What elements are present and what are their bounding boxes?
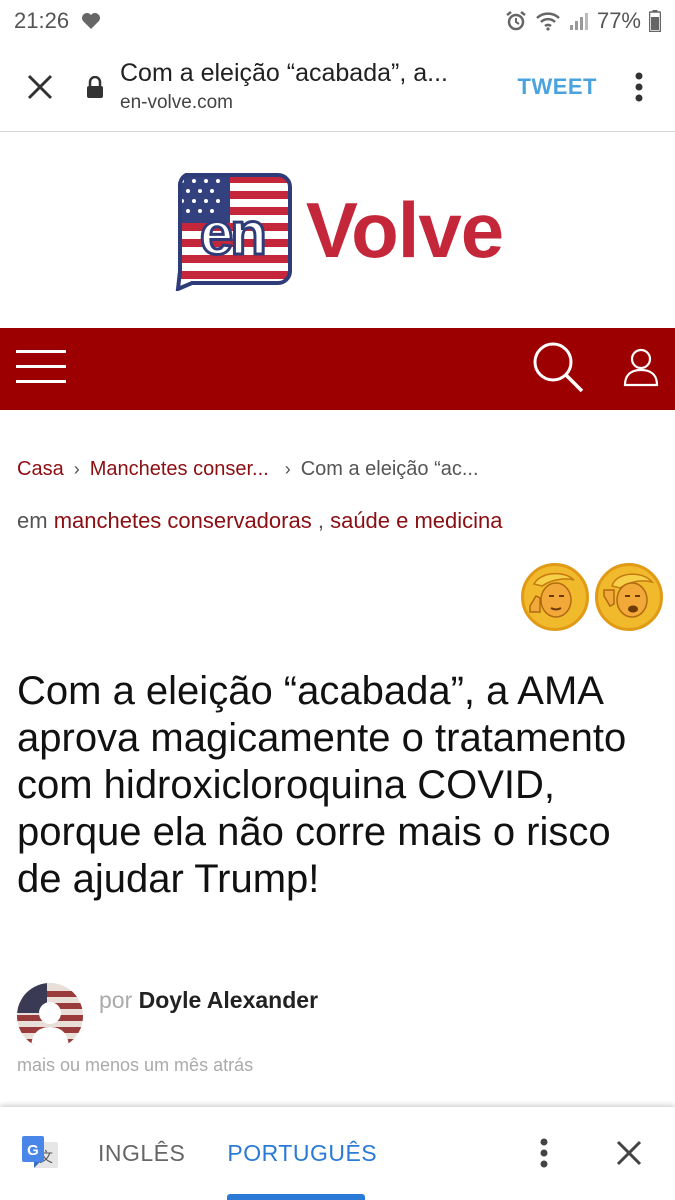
category-link-conservative[interactable]: manchetes conservadoras: [54, 508, 312, 533]
svg-text:G: G: [27, 1142, 39, 1159]
site-logo[interactable]: en Volve: [0, 133, 675, 328]
article-date: mais ou menos um mês atrás: [17, 1055, 254, 1075]
categories-prefix: em: [17, 508, 48, 533]
google-translate-icon: 文 G: [20, 1134, 60, 1174]
thumbs-down-reaction-button[interactable]: [595, 563, 663, 631]
author-prefix: por: [99, 987, 133, 1013]
custom-tab-toolbar: Com a eleição “acabada”, a... en-volve.c…: [0, 42, 675, 132]
page-domain: en-volve.com: [120, 92, 233, 113]
breadcrumb-section[interactable]: Manchetes conser...: [90, 458, 269, 481]
page-title: Com a eleição “acabada”, a...: [120, 59, 448, 87]
search-icon: [533, 342, 584, 392]
lock-icon: [80, 75, 110, 98]
trump-thumbs-up-icon: [529, 572, 575, 618]
breadcrumb-current: Com a eleição “ac...: [300, 458, 479, 480]
heart-icon: [81, 12, 101, 30]
author-avatar[interactable]: [17, 983, 83, 1049]
user-icon: [623, 348, 659, 386]
author-row: por Doyle Alexander: [17, 983, 318, 1049]
overflow-menu-button[interactable]: [619, 57, 659, 117]
wifi-icon: [535, 11, 561, 31]
more-vert-icon: [635, 72, 643, 101]
breadcrumb-separator-icon: ›: [73, 459, 80, 479]
tweet-button[interactable]: TWEET: [518, 74, 598, 100]
article-headline: Com a eleição “acabada”, a AMA aprova ma…: [17, 669, 627, 901]
selected-language-indicator: [227, 1194, 365, 1200]
flag-logo-icon: en: [172, 171, 292, 292]
category-link-health[interactable]: saúde e medicina: [330, 508, 502, 533]
status-time: 21:26: [14, 8, 70, 33]
language-tab-source[interactable]: INGLÊS: [98, 1140, 185, 1167]
site-nav-bar: [0, 328, 675, 410]
categories-separator: ,: [311, 508, 324, 533]
more-vert-icon: [540, 1138, 548, 1168]
reaction-buttons: [521, 563, 663, 631]
breadcrumb-separator-icon: ›: [284, 459, 291, 479]
url-area[interactable]: Com a eleição “acabada”, a... en-volve.c…: [80, 59, 518, 114]
account-button[interactable]: [623, 347, 659, 392]
breadcrumb: Casa › Manchetes conser... › Com a eleiç…: [17, 458, 479, 481]
article-categories: em manchetes conservadoras , saúde e med…: [17, 508, 503, 534]
close-icon: [616, 1140, 642, 1166]
alarm-icon: [505, 10, 527, 32]
battery-percent: 77%: [596, 8, 641, 33]
thumbs-up-reaction-button[interactable]: [521, 563, 589, 631]
hamburger-icon: [16, 349, 66, 383]
translate-close-button[interactable]: [606, 1128, 652, 1178]
browser-page: 21:26 77% Com a eleição “acabada”, a... …: [0, 0, 675, 1200]
logo-badge-text: en: [198, 199, 268, 269]
hamburger-menu-button[interactable]: [16, 348, 66, 391]
site-search-button[interactable]: [531, 340, 585, 399]
author-name[interactable]: Doyle Alexander: [139, 987, 318, 1013]
logo-wordmark: Volve: [305, 186, 504, 274]
close-tab-button[interactable]: [0, 42, 80, 132]
battery-icon: [649, 10, 661, 32]
status-bar: 21:26 77%: [0, 0, 675, 42]
translate-bar: 文 G INGLÊS PORTUGUÊS: [0, 1107, 675, 1200]
breadcrumb-home[interactable]: Casa: [17, 458, 64, 481]
signal-icon: [569, 11, 589, 31]
close-icon: [27, 74, 53, 99]
trump-thumbs-down-icon: [603, 573, 655, 618]
translate-options-button[interactable]: [530, 1128, 558, 1178]
language-tab-target[interactable]: PORTUGUÊS: [227, 1140, 377, 1167]
